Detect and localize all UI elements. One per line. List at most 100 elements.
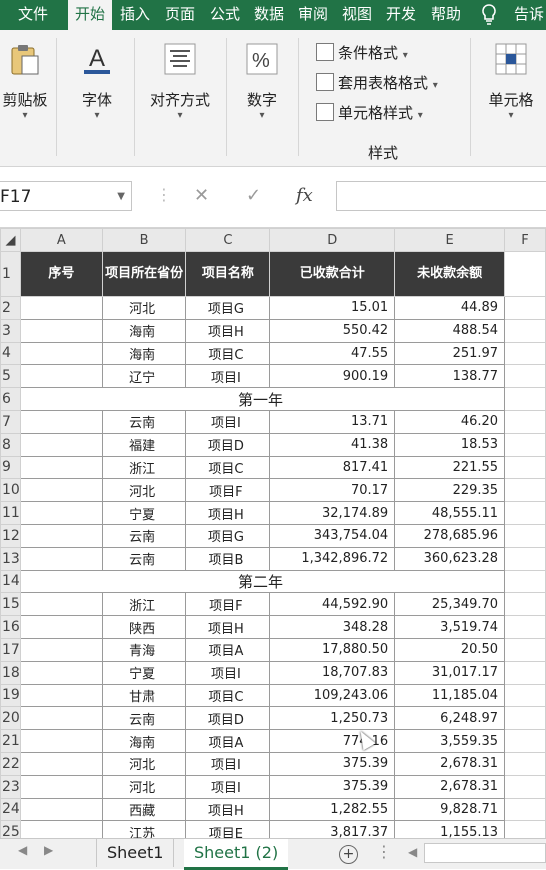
name-box[interactable]: F17 ▼ xyxy=(0,181,132,211)
received-cell[interactable]: 900.19 xyxy=(269,364,396,389)
table-cell[interactable] xyxy=(504,660,546,685)
cancel-icon[interactable]: ✕ xyxy=(194,181,209,211)
conditional-format-button[interactable]: 条件格式 ▾ xyxy=(316,42,408,64)
project-cell[interactable]: 项目C xyxy=(185,683,271,708)
table-cell[interactable] xyxy=(504,546,546,571)
table-cell[interactable] xyxy=(504,729,546,753)
header-cell-project[interactable]: 项目名称 xyxy=(185,251,271,297)
seq-cell[interactable] xyxy=(19,660,103,685)
province-cell[interactable]: 云南 xyxy=(101,546,187,571)
tab-home[interactable]: 开始 xyxy=(68,0,112,30)
seq-cell[interactable] xyxy=(19,364,103,389)
province-cell[interactable]: 青海 xyxy=(101,637,187,662)
table-cell[interactable] xyxy=(504,706,546,731)
province-cell[interactable]: 河北 xyxy=(101,478,187,503)
row-header[interactable]: 12 xyxy=(0,523,21,548)
province-cell[interactable]: 江苏 xyxy=(101,820,187,838)
province-cell[interactable]: 河北 xyxy=(101,751,187,776)
row-header[interactable]: 8 xyxy=(0,432,21,457)
add-sheet-icon[interactable]: + xyxy=(339,845,358,864)
received-cell[interactable]: 32,174.89 xyxy=(269,501,396,525)
row-header[interactable]: 2 xyxy=(0,296,21,320)
row-header[interactable]: 7 xyxy=(0,409,21,434)
prev-sheet-icon[interactable]: ◀ xyxy=(18,843,27,857)
outstanding-cell[interactable]: 44.89 xyxy=(394,296,506,320)
enter-icon[interactable]: ✓ xyxy=(246,181,261,211)
project-cell[interactable]: 项目A xyxy=(185,729,271,753)
row-header[interactable]: 3 xyxy=(0,318,21,343)
project-cell[interactable]: 项目H xyxy=(185,501,271,525)
seq-cell[interactable] xyxy=(19,592,103,617)
tab-view[interactable]: 视图 xyxy=(336,0,378,30)
row-header[interactable]: 22 xyxy=(0,751,21,776)
row-header[interactable]: 10 xyxy=(0,478,21,503)
column-header-b[interactable]: B xyxy=(101,228,187,252)
table-cell[interactable] xyxy=(504,455,546,480)
received-cell[interactable]: 47.55 xyxy=(269,341,396,366)
project-cell[interactable]: 项目F xyxy=(185,478,271,503)
project-cell[interactable]: 项目C xyxy=(185,455,271,480)
table-cell[interactable] xyxy=(504,478,546,503)
table-cell[interactable] xyxy=(504,501,546,525)
province-cell[interactable]: 云南 xyxy=(101,523,187,548)
province-cell[interactable]: 浙江 xyxy=(101,592,187,617)
tab-developer[interactable]: 开发 xyxy=(380,0,422,30)
received-cell[interactable]: 3,817.37 xyxy=(269,820,396,838)
project-cell[interactable]: 项目I xyxy=(185,751,271,776)
seq-cell[interactable] xyxy=(19,729,103,753)
seq-cell[interactable] xyxy=(19,637,103,662)
row-header[interactable]: 4 xyxy=(0,341,21,366)
row-header[interactable]: 6 xyxy=(0,387,21,411)
table-cell[interactable] xyxy=(504,569,546,594)
received-cell[interactable]: 15.01 xyxy=(269,296,396,320)
project-cell[interactable]: 项目I xyxy=(185,409,271,434)
outstanding-cell[interactable]: 46.20 xyxy=(394,409,506,434)
select-all-corner[interactable]: ◢ xyxy=(0,228,21,252)
outstanding-cell[interactable]: 1,155.13 xyxy=(394,820,506,838)
received-cell[interactable]: 44,592.90 xyxy=(269,592,396,617)
province-cell[interactable]: 宁夏 xyxy=(101,501,187,525)
table-cell[interactable] xyxy=(504,637,546,662)
seq-cell[interactable] xyxy=(19,706,103,731)
outstanding-cell[interactable]: 2,678.31 xyxy=(394,774,506,799)
outstanding-cell[interactable]: 221.55 xyxy=(394,455,506,480)
column-header-c[interactable]: C xyxy=(185,228,271,252)
row-header[interactable]: 18 xyxy=(0,660,21,685)
seq-cell[interactable] xyxy=(19,432,103,457)
table-cell[interactable] xyxy=(504,387,546,411)
project-cell[interactable]: 项目D xyxy=(185,432,271,457)
seq-cell[interactable] xyxy=(19,683,103,708)
received-cell[interactable]: 343,754.04 xyxy=(269,523,396,548)
table-cell[interactable] xyxy=(504,364,546,389)
received-cell[interactable]: 1,342,896.72 xyxy=(269,546,396,571)
outstanding-cell[interactable]: 6,248.97 xyxy=(394,706,506,731)
sheet-tab-sheet1-2[interactable]: Sheet1 (2) xyxy=(184,839,289,870)
row-header[interactable]: 24 xyxy=(0,797,21,822)
province-cell[interactable]: 浙江 xyxy=(101,455,187,480)
table-cell[interactable] xyxy=(504,797,546,822)
table-cell[interactable] xyxy=(504,615,546,639)
column-header-e[interactable]: E xyxy=(394,228,506,252)
header-cell-received[interactable]: 已收款合计 xyxy=(269,251,396,297)
project-cell[interactable]: 项目B xyxy=(185,546,271,571)
outstanding-cell[interactable]: 229.35 xyxy=(394,478,506,503)
more-options-icon[interactable]: ⋮ xyxy=(376,842,392,861)
outstanding-cell[interactable]: 2,678.31 xyxy=(394,751,506,776)
number-group[interactable]: % 数字 ▾ xyxy=(234,34,290,154)
province-cell[interactable]: 甘肃 xyxy=(101,683,187,708)
seq-cell[interactable] xyxy=(19,523,103,548)
seq-cell[interactable] xyxy=(19,546,103,571)
seq-cell[interactable] xyxy=(19,615,103,639)
outstanding-cell[interactable]: 360,623.28 xyxy=(394,546,506,571)
seq-cell[interactable] xyxy=(19,751,103,776)
header-cell-seq[interactable]: 序号 xyxy=(19,251,103,297)
project-cell[interactable]: 项目F xyxy=(185,592,271,617)
table-cell[interactable] xyxy=(504,683,546,708)
tab-insert[interactable]: 插入 xyxy=(114,0,156,30)
section-label[interactable]: 第二年 xyxy=(19,569,506,594)
province-cell[interactable]: 河北 xyxy=(101,296,187,320)
chevron-down-icon[interactable]: ▼ xyxy=(117,182,125,212)
table-cell[interactable] xyxy=(504,774,546,799)
outstanding-cell[interactable]: 3,519.74 xyxy=(394,615,506,639)
tab-file[interactable]: 文件 xyxy=(0,0,66,30)
